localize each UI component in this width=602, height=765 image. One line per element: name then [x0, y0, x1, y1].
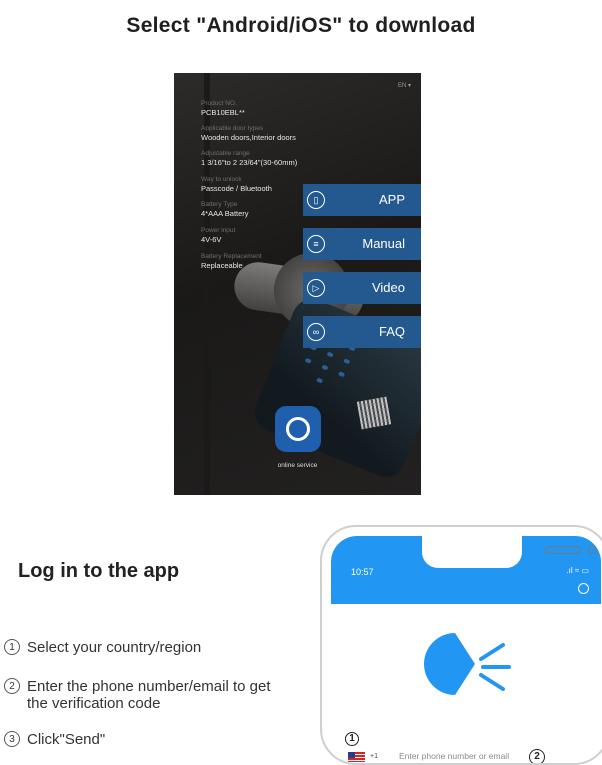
- phone-mockup: 10:57 .ıl ≈ ▭ 1 +1 Enter phone number or…: [320, 525, 602, 765]
- page-title: Select "Android/iOS" to download: [126, 14, 476, 37]
- play-icon: ▷: [307, 279, 325, 297]
- menu-label: APP: [378, 192, 405, 207]
- language-selector[interactable]: EN ▾: [398, 82, 411, 89]
- spec-value: Passcode / Bluetooth: [201, 184, 272, 193]
- menu-app-button[interactable]: ▯ APP: [303, 184, 421, 216]
- spec-label: Product NO.: [201, 100, 237, 107]
- camera-icon: [588, 545, 597, 554]
- spec-power-input: Power input 4V-6V: [201, 227, 235, 244]
- speaker-icon: [545, 546, 581, 554]
- spec-label: Adjustable range: [201, 150, 250, 157]
- spec-value: 1 3/16"to 2 23/64"(30-60mm): [201, 158, 298, 167]
- spec-label: Way to unlock: [201, 176, 242, 183]
- spec-product-no: Product NO. PCB10EBL**: [201, 100, 245, 117]
- callout-2: 2: [529, 749, 545, 763]
- chat-icon: ∞: [307, 323, 325, 341]
- menu-faq-button[interactable]: ∞ FAQ: [303, 316, 421, 348]
- headset-icon: [286, 417, 310, 441]
- qr-code-label: [356, 396, 392, 430]
- phone-screen: 10:57 .ıl ≈ ▭ 1 +1 Enter phone number or…: [331, 536, 601, 763]
- spec-value: Replaceable: [201, 261, 243, 270]
- book-icon: ≡: [307, 235, 325, 253]
- spec-value: 4V-6V: [201, 235, 222, 244]
- spec-label: Power input: [201, 227, 236, 234]
- step-text: Select your country/region: [27, 639, 202, 656]
- spec-door-types: Applicable door types Wooden doors,Inter…: [201, 125, 296, 142]
- product-app-screenshot: EN ▾ Product NO. PCB10EBL** Applicable d…: [174, 73, 421, 495]
- spec-label: Battery Replacement: [201, 253, 262, 260]
- step-number: 1: [4, 639, 20, 655]
- spec-adjustable-range: Adjustable range 1 3/16"to 2 23/64"(30-6…: [201, 150, 297, 167]
- step-text: Enter the phone number/email to get the …: [27, 678, 271, 712]
- callout-1: 1: [345, 732, 359, 746]
- spec-battery-replacement: Battery Replacement Replaceable: [201, 253, 262, 270]
- step-number: 3: [4, 731, 20, 747]
- menu-video-button[interactable]: ▷ Video: [303, 272, 421, 304]
- login-heading: Log in to the app: [18, 560, 180, 582]
- spec-value: PCB10EBL**: [201, 108, 245, 117]
- spec-unlock: Way to unlock Passcode / Bluetooth: [201, 176, 272, 193]
- menu-manual-button[interactable]: ≡ Manual: [303, 228, 421, 260]
- online-service-button[interactable]: [275, 406, 321, 452]
- globe-icon[interactable]: [578, 583, 589, 594]
- status-icons: .ıl ≈ ▭: [566, 566, 589, 575]
- status-time: 10:57: [351, 567, 374, 577]
- phone-notch: [422, 536, 597, 568]
- menu-label: Video: [371, 280, 405, 295]
- spec-battery-type: Battery Type 4*AAA Battery: [201, 201, 249, 218]
- online-service-label: online service: [277, 462, 318, 469]
- app-logo-icon: [412, 621, 511, 707]
- step-text: Click"Send": [27, 731, 106, 748]
- spec-label: Applicable door types: [201, 125, 264, 132]
- spec-value: 4*AAA Battery: [201, 209, 249, 218]
- us-flag-icon[interactable]: [348, 752, 365, 762]
- country-code[interactable]: +1: [370, 753, 378, 760]
- menu-label: Manual: [362, 236, 405, 251]
- menu-label: FAQ: [378, 324, 405, 339]
- phone-email-input[interactable]: Enter phone number or email: [399, 751, 509, 761]
- spec-value: Wooden doors,Interior doors: [201, 133, 296, 142]
- step-number: 2: [4, 678, 20, 694]
- spec-label: Battery Type: [201, 201, 238, 208]
- phone-icon: ▯: [307, 191, 325, 209]
